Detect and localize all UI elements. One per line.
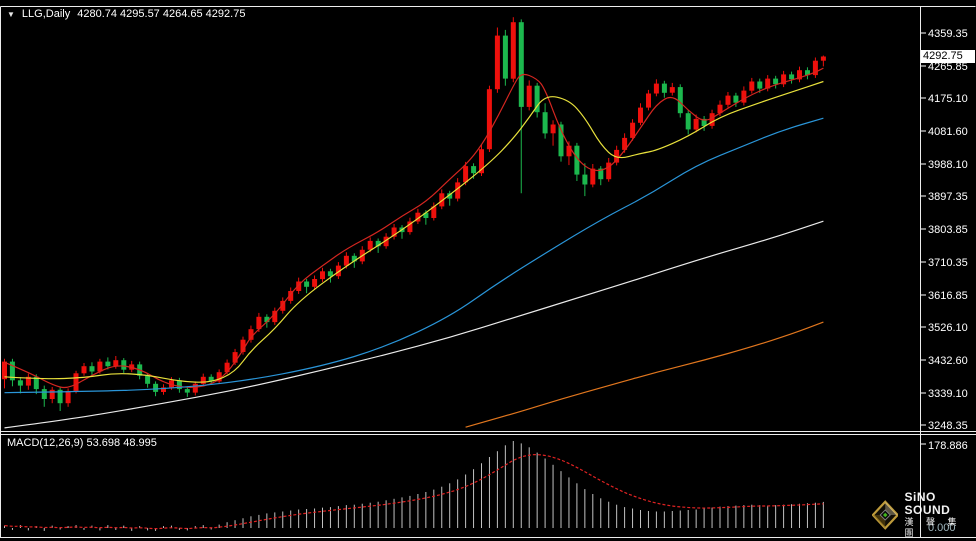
sino-sound-logo: SiNO SOUND 漢 聲 集 團 (872, 491, 976, 539)
ma-250-orange (465, 321, 824, 428)
logo-line2: 漢 聲 集 團 (904, 517, 962, 538)
symbol-ohlc-label: ▼ LLG,Daily 4280.74 4295.57 4264.65 4292… (7, 8, 245, 20)
price-axis-label: 4175.10 (928, 93, 968, 105)
macd-histogram (4, 441, 824, 531)
macd-value: 53.698 (86, 437, 121, 449)
ohlc-values: 4280.74 4295.57 4264.65 4292.75 (77, 8, 246, 20)
candlestick-series (2, 17, 826, 411)
ma-lines (4, 67, 824, 429)
price-axis-label: 3988.10 (928, 159, 968, 171)
logo-text: SiNO SOUND 漢 聲 集 團 (904, 491, 976, 539)
chevron-down-icon[interactable]: ▼ (7, 10, 15, 19)
ma-120-white (4, 220, 824, 429)
price-axis-label: 3616.85 (928, 290, 968, 302)
price-axis-label: 3432.60 (928, 355, 968, 367)
chart-canvas[interactable]: 4359.354265.854175.104081.603988.103897.… (0, 0, 976, 541)
price-axis-label: 3248.35 (928, 420, 968, 432)
price-axis-label: 3803.85 (928, 224, 968, 236)
chart-frame (0, 6, 976, 538)
symbol-name: LLG,Daily (21, 8, 71, 20)
macd-indicator-label: MACD(12,26,9) 53.698 48.995 (7, 437, 157, 449)
price-axis-label: 4081.60 (928, 126, 968, 138)
ma-60-blue (4, 117, 824, 394)
diamond-logo-icon (872, 500, 899, 530)
chart-window: 4359.35 4265.85 4175.10 4081.60 3988.10 3897.… (0, 0, 976, 541)
macd-signal-value: 48.995 (123, 437, 157, 449)
price-axis[interactable]: 4359.354265.854175.104081.603988.103897.… (921, 28, 968, 432)
current-price-tag: 4292.75 (921, 50, 975, 63)
ma-mid-yellow (4, 80, 824, 383)
macd-name: MACD(12,26,9) (7, 437, 84, 449)
price-axis-label: 4359.35 (928, 28, 968, 40)
macd-signal-line (4, 454, 824, 530)
price-axis-label: 3710.35 (928, 257, 968, 269)
logo-line1: SiNO SOUND (904, 490, 951, 517)
price-axis-label: 3897.35 (928, 191, 968, 203)
ma-fast-red (4, 67, 824, 389)
price-axis-label: 3526.10 (928, 322, 968, 334)
macd-axis-max-label: 178.886 (928, 440, 968, 452)
price-axis-label: 3339.10 (928, 388, 968, 400)
